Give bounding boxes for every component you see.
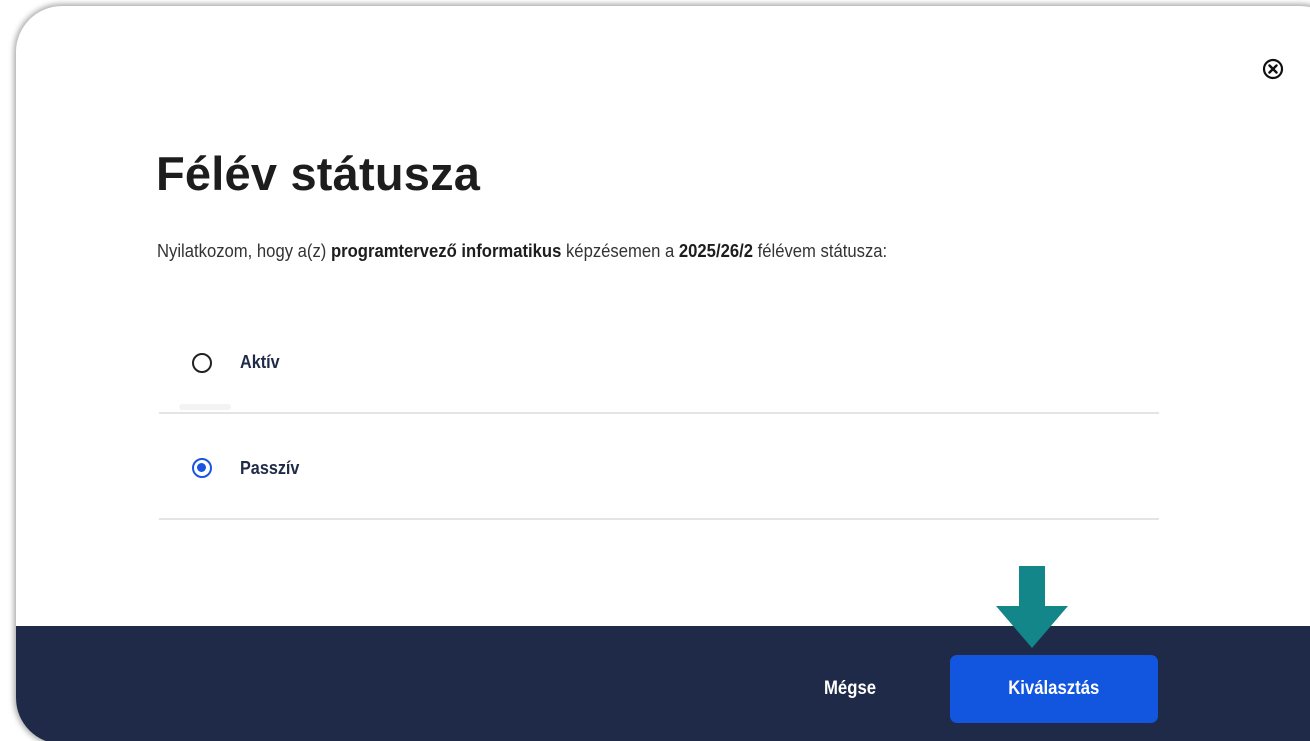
dialog-title: Félév státusza <box>156 147 481 200</box>
radio-passziv-selected[interactable] <box>192 458 212 478</box>
dialog-footer: Mégse Kiválasztás <box>16 626 1310 741</box>
option-passziv[interactable]: Passzív <box>159 420 1159 525</box>
radio-aktiv[interactable] <box>192 353 212 373</box>
cancel-button[interactable]: Mégse <box>824 678 876 700</box>
option-passziv-label: Passzív <box>240 458 300 478</box>
option-divider <box>159 412 1159 414</box>
semester-code: 2025/26/2 <box>678 240 753 261</box>
statement-middle: képzésemen a <box>561 240 679 261</box>
semester-status-dialog: Félév státusza Nyilatkozom, hogy a(z) pr… <box>16 6 1310 741</box>
screen: Félév státusza Nyilatkozom, hogy a(z) pr… <box>0 0 1310 741</box>
select-button[interactable]: Kiválasztás <box>950 655 1158 723</box>
select-button-label: Kiválasztás <box>1008 678 1100 699</box>
statement-suffix: félévem státusza: <box>752 240 888 261</box>
status-statement: Nyilatkozom, hogy a(z) programtervező in… <box>157 240 887 262</box>
close-icon[interactable] <box>1262 58 1284 80</box>
option-aktiv[interactable]: Aktív <box>159 314 1159 419</box>
option-divider <box>159 518 1159 520</box>
statement-prefix: Nyilatkozom, hogy a(z) <box>157 240 331 261</box>
option-aktiv-label: Aktív <box>240 352 280 372</box>
program-name: programtervező informatikus <box>330 240 562 261</box>
arrow-down-icon <box>996 562 1068 650</box>
divider-accent <box>179 404 231 410</box>
